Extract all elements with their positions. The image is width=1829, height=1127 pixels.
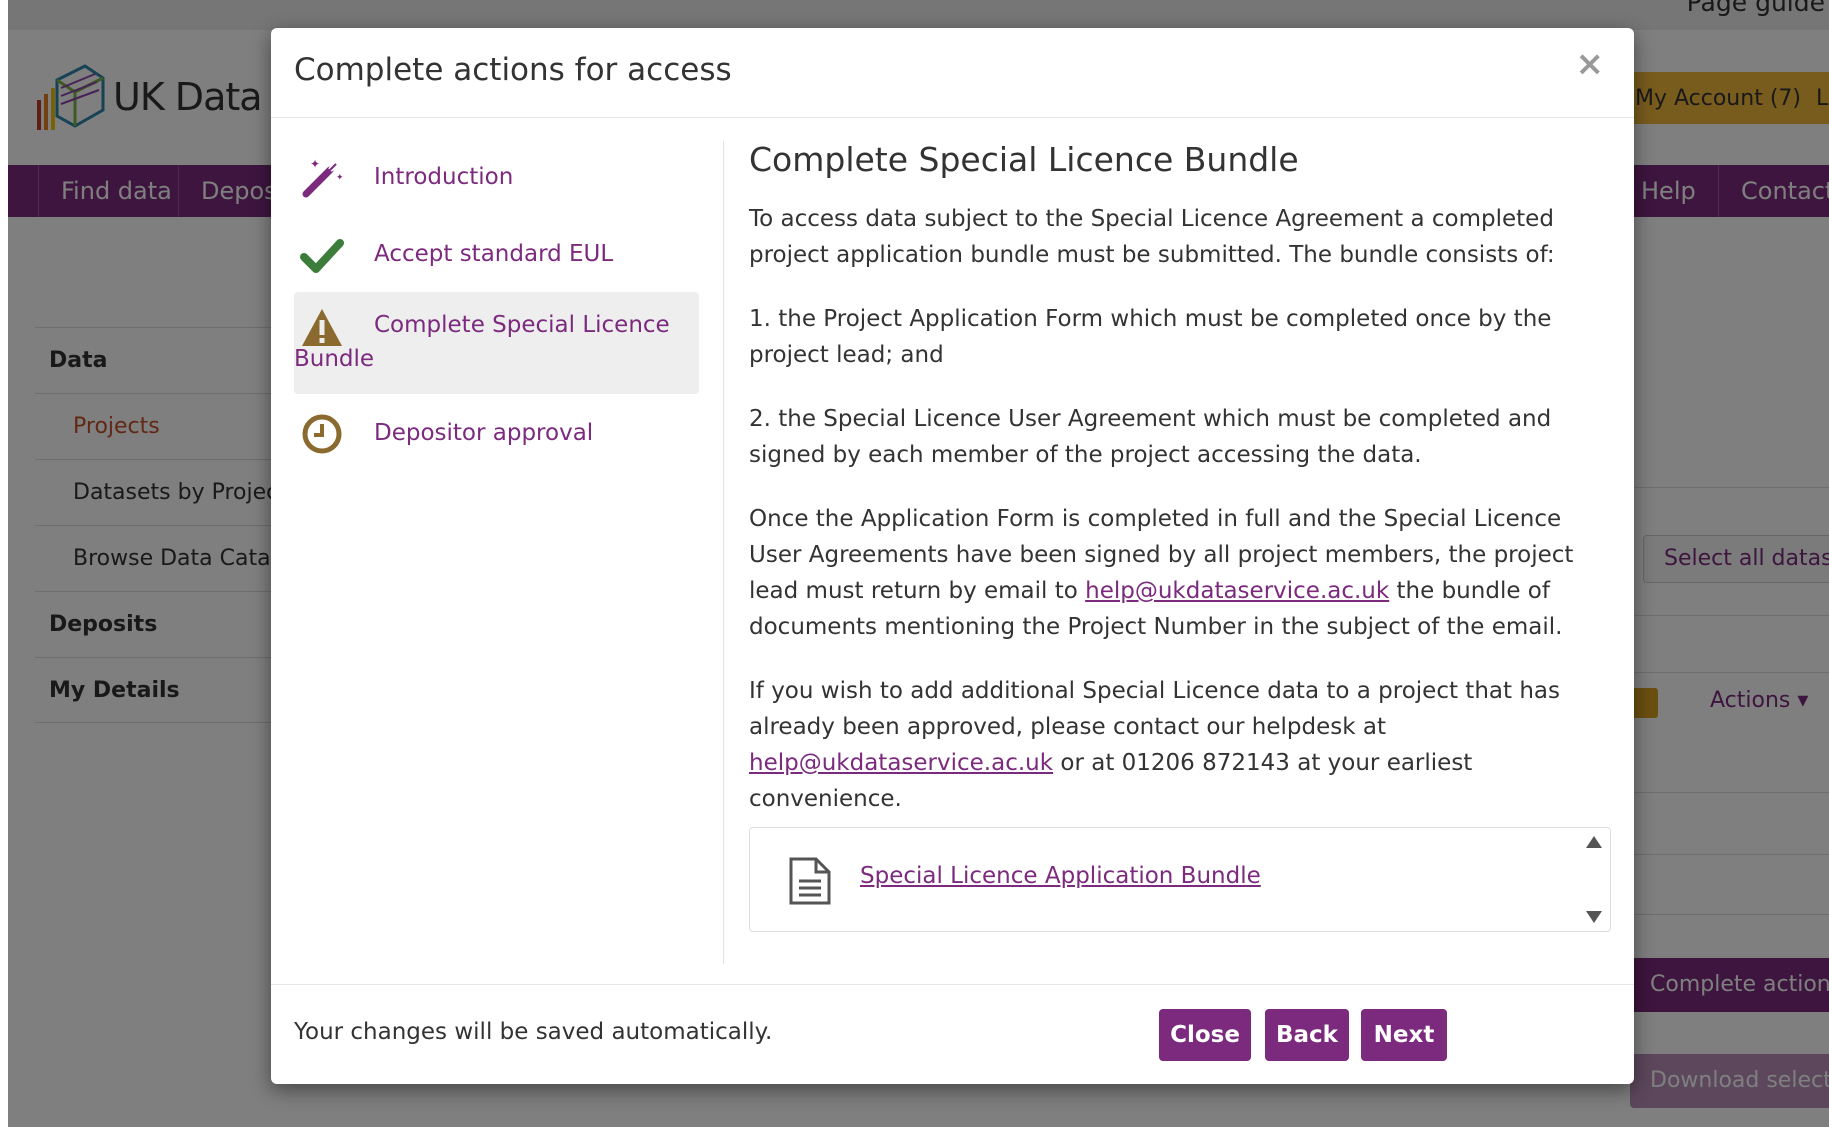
scroll-down-arrow[interactable] <box>1586 911 1602 923</box>
steps-list: ✦ ✦ Introduction Accept standard EUL Com… <box>294 138 699 471</box>
content-paragraph: 1. the Project Application Form which mu… <box>749 306 1552 368</box>
modal-title: Complete actions for access <box>294 52 732 88</box>
svg-text:✦: ✦ <box>310 157 320 171</box>
helpdesk-email-link[interactable]: help@ukdataservice.ac.uk <box>1085 578 1389 604</box>
content-paragraph: If you wish to add additional Special Li… <box>749 673 1609 817</box>
checkmark-icon <box>300 233 344 277</box>
step-depositor-approval[interactable]: Depositor approval <box>294 394 699 471</box>
magic-wand-icon: ✦ ✦ <box>300 156 344 200</box>
modal-footer: Your changes will be saved automatically… <box>271 984 1634 1084</box>
content-paragraph: Once the Application Form is completed i… <box>749 501 1609 645</box>
svg-text:✦: ✦ <box>336 173 344 183</box>
close-button[interactable]: Close <box>1159 1009 1251 1061</box>
document-icon <box>788 856 832 906</box>
step-label: Complete Special Licence Bundle <box>294 312 670 372</box>
helpdesk-email-link[interactable]: help@ukdataservice.ac.uk <box>749 750 1053 776</box>
step-label: Depositor approval <box>374 420 594 446</box>
step-introduction[interactable]: ✦ ✦ Introduction <box>294 138 699 215</box>
vertical-divider <box>723 141 724 964</box>
step-accept-eul[interactable]: Accept standard EUL <box>294 215 699 292</box>
special-licence-bundle-link[interactable]: Special Licence Application Bundle <box>860 863 1261 889</box>
clock-icon <box>300 412 344 456</box>
back-button[interactable]: Back <box>1265 1009 1349 1061</box>
scroll-up-arrow[interactable] <box>1586 836 1602 848</box>
step-special-licence-bundle[interactable]: Complete Special Licence Bundle <box>294 292 699 394</box>
content-heading: Complete Special Licence Bundle <box>749 140 1299 179</box>
attachment-list[interactable]: Special Licence Application Bundle <box>749 827 1611 932</box>
step-content: Complete Special Licence Bundle To acces… <box>749 140 1609 845</box>
text-span: If you wish to add additional Special Li… <box>749 678 1560 740</box>
modal-header: Complete actions for access × <box>271 28 1634 118</box>
content-paragraph: 2. the Special Licence User Agreement wh… <box>749 406 1552 468</box>
close-icon[interactable]: × <box>1576 44 1605 84</box>
complete-actions-modal: Complete actions for access × ✦ ✦ Introd… <box>271 28 1634 1084</box>
content-paragraph: To access data subject to the Special Li… <box>749 206 1555 268</box>
next-button[interactable]: Next <box>1361 1009 1447 1061</box>
step-label: Accept standard EUL <box>374 241 614 267</box>
step-label: Introduction <box>374 164 514 190</box>
warning-icon <box>300 306 344 350</box>
autosave-note: Your changes will be saved automatically… <box>294 1019 773 1045</box>
